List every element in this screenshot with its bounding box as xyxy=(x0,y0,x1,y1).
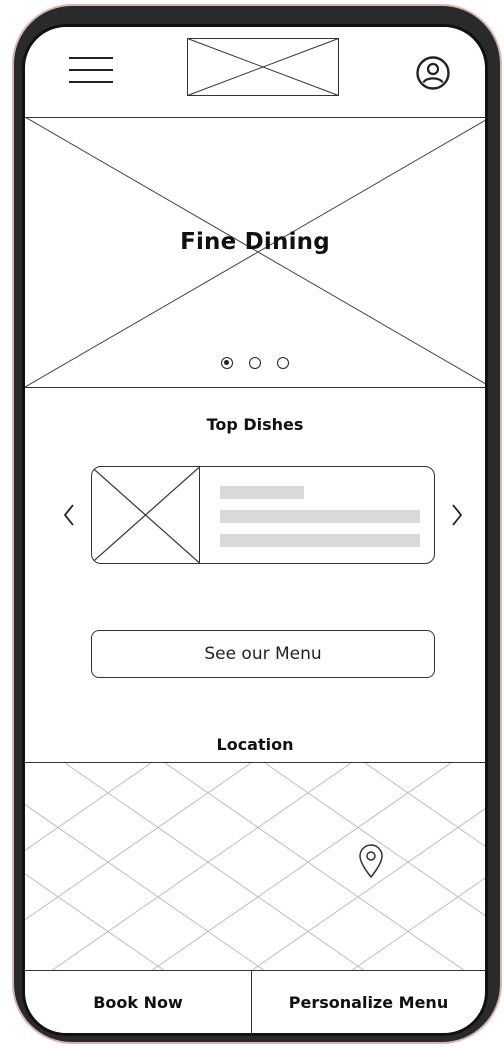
map-pin-icon[interactable] xyxy=(357,843,385,879)
map-placeholder xyxy=(25,763,485,971)
carousel-dot-1[interactable] xyxy=(221,357,233,369)
dish-card[interactable] xyxy=(91,466,435,564)
phone-screen: Fine Dining Top Dishes See our Menu Loca… xyxy=(22,24,488,1036)
dish-text-placeholder xyxy=(220,534,420,547)
hero-title: Fine Dining xyxy=(180,229,330,255)
carousel-dot-2[interactable] xyxy=(249,357,261,369)
hamburger-icon[interactable] xyxy=(69,55,113,85)
see-menu-button[interactable]: See our Menu xyxy=(91,630,435,678)
personalize-menu-button[interactable]: Personalize Menu xyxy=(252,971,485,1033)
app-header xyxy=(25,27,485,118)
logo-placeholder[interactable] xyxy=(187,38,339,96)
user-circle-icon[interactable] xyxy=(415,55,451,91)
book-now-button[interactable]: Book Now xyxy=(25,971,251,1033)
dish-image-placeholder xyxy=(92,467,200,563)
carousel-indicators xyxy=(25,357,485,369)
location-title: Location xyxy=(216,735,294,754)
location-map[interactable] xyxy=(25,762,485,971)
bottom-action-bar: Book Now Personalize Menu xyxy=(25,970,485,1033)
chevron-left-icon[interactable] xyxy=(61,501,79,529)
top-dishes-title: Top Dishes xyxy=(206,415,304,434)
carousel-dot-3[interactable] xyxy=(277,357,289,369)
chevron-right-icon[interactable] xyxy=(447,501,465,529)
hero-carousel[interactable]: Fine Dining xyxy=(25,117,485,388)
dish-title-placeholder xyxy=(220,486,304,499)
dish-text-placeholder xyxy=(220,510,420,523)
